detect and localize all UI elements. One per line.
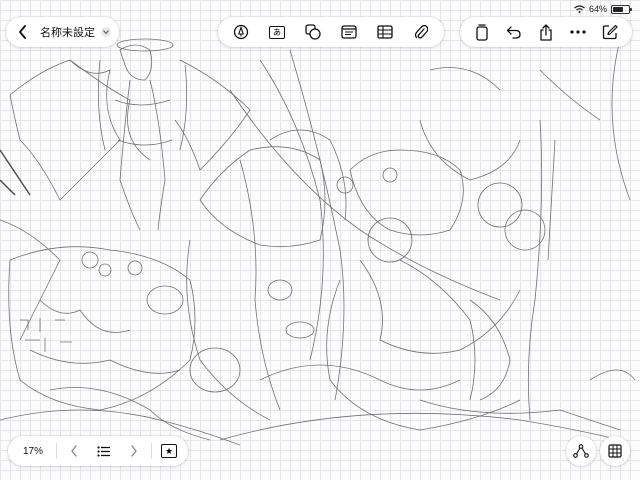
divider	[151, 443, 152, 459]
title-menu-button[interactable]	[101, 27, 111, 37]
list-icon	[97, 445, 110, 457]
tool-palette: あ	[218, 17, 444, 47]
share-icon	[540, 23, 552, 41]
sketch-drawing[interactable]	[0, 0, 640, 480]
sticky-note-button[interactable]	[332, 17, 366, 47]
more-button[interactable]	[562, 17, 594, 47]
copy-page-icon	[476, 23, 488, 41]
previous-page-button[interactable]	[61, 436, 87, 466]
grid-view-button[interactable]	[600, 436, 630, 466]
battery-fill	[613, 6, 623, 12]
edit-button[interactable]	[594, 17, 626, 47]
undo-icon	[506, 26, 521, 39]
chevron-right-icon	[131, 445, 137, 457]
battery-icon	[611, 4, 632, 14]
status-bar: 64%	[574, 3, 632, 15]
back-button[interactable]	[12, 21, 34, 43]
chevron-down-icon	[103, 30, 109, 34]
copy-page-button[interactable]	[466, 17, 498, 47]
nodes-icon	[573, 444, 589, 458]
chevron-left-icon	[71, 445, 77, 457]
edit-icon	[602, 24, 618, 40]
sticky-note-icon	[341, 25, 357, 39]
page-navigation-bar: 17% ★	[8, 436, 188, 466]
title-bar: 名称未設定	[6, 17, 119, 47]
attach-button[interactable]	[404, 17, 438, 47]
chevron-left-icon	[19, 25, 26, 39]
undo-button[interactable]	[498, 17, 530, 47]
table-icon	[377, 25, 393, 39]
text-box-button[interactable]: あ	[260, 17, 294, 47]
table-button[interactable]	[368, 17, 402, 47]
action-bar	[460, 17, 632, 47]
document-title[interactable]: 名称未設定	[40, 24, 95, 40]
pen-tool-icon	[233, 24, 249, 40]
share-button[interactable]	[530, 17, 562, 47]
attach-icon	[414, 24, 428, 39]
battery-percent: 64%	[588, 4, 607, 14]
pen-tool-button[interactable]	[224, 17, 258, 47]
zoom-level[interactable]: 17%	[14, 446, 52, 457]
more-icon	[570, 30, 586, 34]
divider	[56, 443, 57, 459]
shapes-button[interactable]	[296, 17, 330, 47]
bookmark-star-icon: ★	[161, 444, 177, 458]
bookmark-button[interactable]: ★	[156, 436, 182, 466]
next-page-button[interactable]	[121, 436, 147, 466]
wifi-icon	[574, 5, 585, 13]
text-box-icon: あ	[269, 25, 285, 39]
lasso-button[interactable]	[566, 436, 596, 466]
page-list-button[interactable]	[91, 436, 117, 466]
grid-icon	[608, 444, 622, 458]
shapes-icon	[305, 24, 321, 40]
